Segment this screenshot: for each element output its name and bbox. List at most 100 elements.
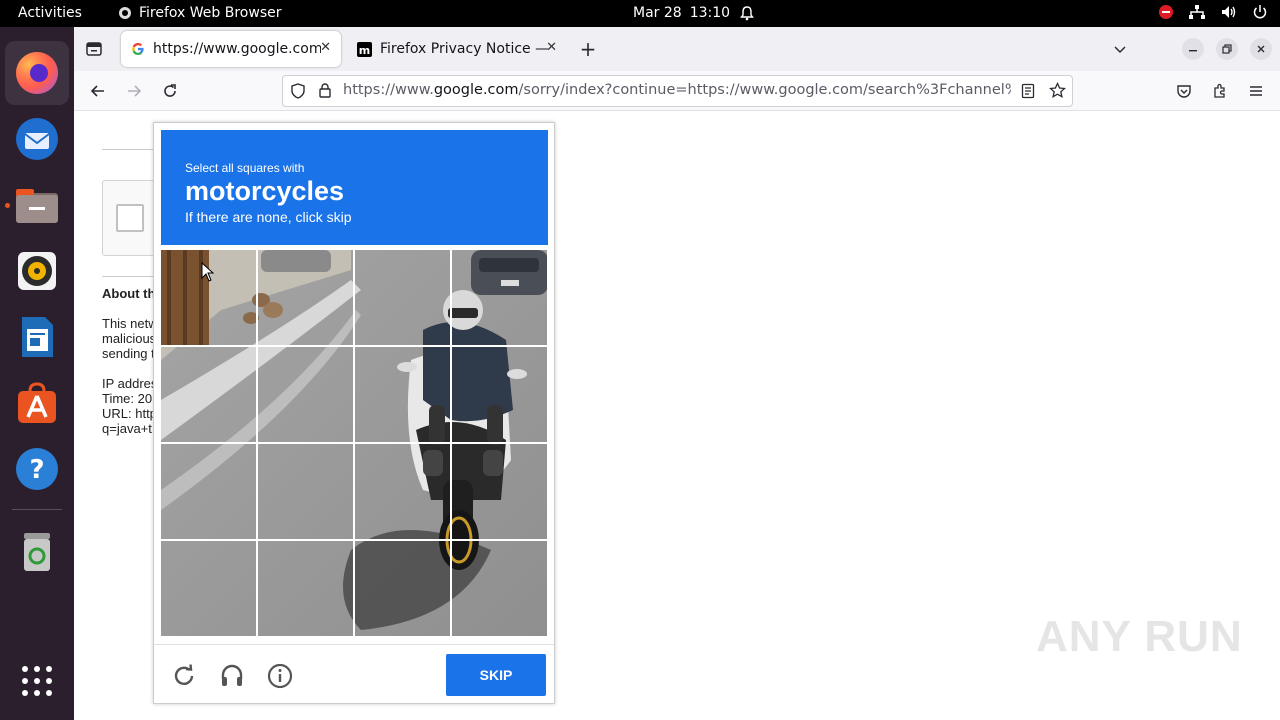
dock-separator: [12, 509, 62, 510]
reload-icon[interactable]: [159, 80, 181, 102]
skip-button[interactable]: SKIP: [446, 654, 546, 696]
url-text[interactable]: https://www.google.com/sorry/index?conti…: [343, 82, 1011, 98]
challenge-header: Select all squares with motorcycles If t…: [161, 130, 548, 245]
tracking-protection-icon[interactable]: [290, 83, 306, 103]
back-icon[interactable]: [87, 80, 109, 102]
help-icon: ?: [16, 448, 58, 490]
forward-icon[interactable]: [123, 80, 145, 102]
new-tab-icon[interactable]: +: [577, 37, 599, 61]
maximize-icon[interactable]: [1216, 38, 1238, 60]
time-label: 13:10: [689, 5, 731, 21]
skip-hint: If there are none, click skip: [185, 209, 352, 225]
grid-tile[interactable]: [256, 539, 355, 638]
thunderbird-icon: [16, 118, 58, 160]
menu-hamburger-icon[interactable]: [1245, 80, 1267, 102]
close-window-icon[interactable]: [1250, 38, 1272, 60]
minimize-icon[interactable]: [1182, 38, 1204, 60]
grid-tile[interactable]: [450, 442, 549, 541]
grid-tile[interactable]: [159, 539, 258, 638]
firefox-small-icon: [119, 7, 131, 19]
grid-tile[interactable]: [159, 442, 258, 541]
app-menu[interactable]: Firefox Web Browser: [118, 5, 282, 21]
image-grid: [159, 248, 549, 638]
divider: [102, 149, 154, 150]
grid-tile[interactable]: [353, 442, 452, 541]
query-line: q=java+t: [102, 421, 152, 436]
extensions-icon[interactable]: [1209, 80, 1231, 102]
do-not-disturb-icon: [1159, 5, 1173, 19]
recaptcha-challenge: Select all squares with motorcycles If t…: [153, 122, 555, 704]
about-heading: About th: [102, 286, 156, 301]
notice-line: malicious: [102, 331, 157, 346]
time-line: Time: 20: [102, 391, 153, 406]
ip-address-line: IP addres: [102, 376, 158, 391]
dock-firefox[interactable]: [5, 41, 69, 105]
reload-challenge-icon[interactable]: [171, 663, 197, 689]
tab-title: Firefox Privacy Notice —: [380, 41, 548, 57]
grid-tile[interactable]: [450, 539, 549, 638]
url-bar[interactable]: https://www.google.com/sorry/index?conti…: [282, 75, 1073, 107]
dock-thunderbird[interactable]: [5, 107, 69, 171]
list-all-tabs-icon[interactable]: [1109, 38, 1131, 60]
grid-tile[interactable]: [353, 248, 452, 347]
dock-files[interactable]: [5, 173, 69, 237]
app-center-icon: [18, 382, 56, 423]
grid-tile[interactable]: [353, 345, 452, 444]
svg-text:?: ?: [29, 455, 44, 485]
audio-challenge-icon[interactable]: [219, 663, 245, 689]
app-name-label: Firefox Web Browser: [139, 5, 282, 21]
trash-icon: [24, 533, 50, 571]
reader-view-icon[interactable]: [1021, 83, 1035, 103]
activities-button[interactable]: Activities: [18, 5, 82, 21]
dock-rhythmbox[interactable]: [5, 239, 69, 303]
target-object: motorcycles: [185, 176, 345, 206]
navigation-toolbar: https://www.google.com/sorry/index?conti…: [74, 71, 1280, 111]
dock: ?: [0, 27, 74, 720]
clock[interactable]: Mar 28 13:10: [633, 5, 730, 21]
dock-app-center[interactable]: [5, 371, 69, 435]
system-tray[interactable]: [1158, 4, 1268, 20]
tab-google[interactable]: https://www.google.com/ ✕: [121, 31, 341, 67]
notification-bell-icon[interactable]: [739, 5, 755, 25]
recaptcha-checkbox[interactable]: [116, 204, 144, 232]
tab-close-icon[interactable]: ✕: [320, 40, 331, 55]
notice-line: This netw: [102, 316, 158, 331]
show-apps-icon: [22, 666, 52, 696]
firefox-view-icon[interactable]: [83, 38, 105, 60]
mouse-cursor-icon: [201, 262, 215, 282]
power-icon: [1253, 5, 1267, 19]
writer-icon: [22, 317, 53, 357]
grid-tile[interactable]: [159, 345, 258, 444]
grid-tile[interactable]: [450, 345, 549, 444]
svg-text:m: m: [359, 44, 370, 57]
lock-icon[interactable]: [318, 82, 332, 103]
dock-trash[interactable]: [5, 519, 69, 583]
challenge-footer: SKIP: [154, 644, 554, 704]
files-icon: [16, 189, 58, 223]
tab-privacy-notice[interactable]: m Firefox Privacy Notice — ✕: [347, 31, 567, 67]
grid-tile[interactable]: [353, 539, 452, 638]
tab-title: https://www.google.com/: [153, 41, 321, 57]
firefox-icon: [16, 52, 58, 94]
divider: [102, 276, 154, 277]
grid-tile[interactable]: [256, 442, 355, 541]
info-icon[interactable]: [267, 663, 293, 689]
dock-show-apps[interactable]: [5, 649, 69, 713]
grid-tile[interactable]: [450, 248, 549, 347]
instruction-text: Select all squares with: [185, 161, 305, 175]
bookmark-star-icon[interactable]: [1048, 81, 1067, 103]
grid-tile[interactable]: [256, 345, 355, 444]
google-favicon: [132, 43, 144, 55]
system-top-bar: Activities Firefox Web Browser Mar 28 13…: [0, 0, 1280, 27]
dock-writer[interactable]: [5, 305, 69, 369]
tab-bar: https://www.google.com/ ✕ m Firefox Priv…: [74, 27, 1280, 71]
grid-tile[interactable]: [256, 248, 355, 347]
mozilla-favicon: m: [357, 41, 372, 57]
network-icon: [1189, 5, 1205, 19]
watermark-logo: ANY RUN: [1036, 612, 1243, 661]
pocket-icon[interactable]: [1173, 80, 1195, 102]
url-line: URL: http: [102, 406, 157, 421]
rhythmbox-icon: [18, 252, 56, 290]
tab-close-icon[interactable]: ✕: [546, 40, 557, 55]
dock-help[interactable]: ?: [5, 437, 69, 501]
